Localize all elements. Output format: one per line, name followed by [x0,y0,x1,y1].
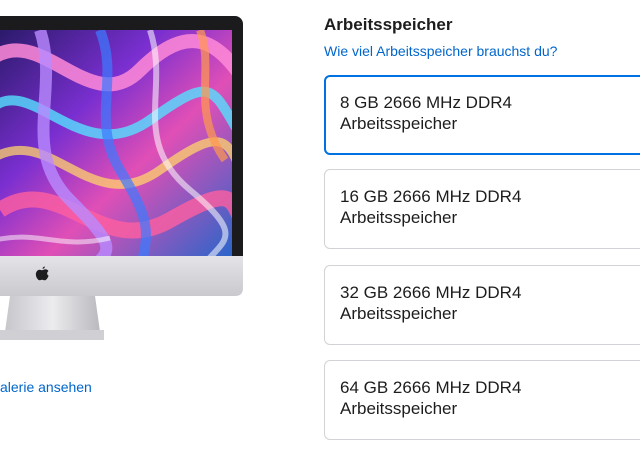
memory-help-link[interactable]: Wie viel Arbeitsspeicher brauchst du? [324,43,557,59]
section-title: Arbeitsspeicher [324,15,453,34]
option-type: Arbeitsspeicher [340,304,458,323]
option-capacity: 8 GB 2666 MHz DDR4 [340,93,512,112]
imac-product-image [0,0,245,345]
option-capacity: 16 GB 2666 MHz DDR4 [340,187,522,206]
option-capacity: 32 GB 2666 MHz DDR4 [340,283,522,302]
memory-option-8gb[interactable]: 8 GB 2666 MHz DDR4 Arbeitsspeicher [324,75,640,155]
memory-option-32gb[interactable]: 32 GB 2666 MHz DDR4 Arbeitsspeicher [324,265,640,345]
option-type: Arbeitsspeicher [340,208,458,227]
option-type: Arbeitsspeicher [340,114,458,133]
memory-option-16gb[interactable]: 16 GB 2666 MHz DDR4 Arbeitsspeicher [324,169,640,249]
option-capacity: 64 GB 2666 MHz DDR4 [340,378,522,397]
imac-illustration [0,16,243,340]
memory-option-64gb[interactable]: 64 GB 2666 MHz DDR4 Arbeitsspeicher [324,360,640,440]
option-type: Arbeitsspeicher [340,399,458,418]
gallery-link[interactable]: alerie ansehen [0,379,92,395]
